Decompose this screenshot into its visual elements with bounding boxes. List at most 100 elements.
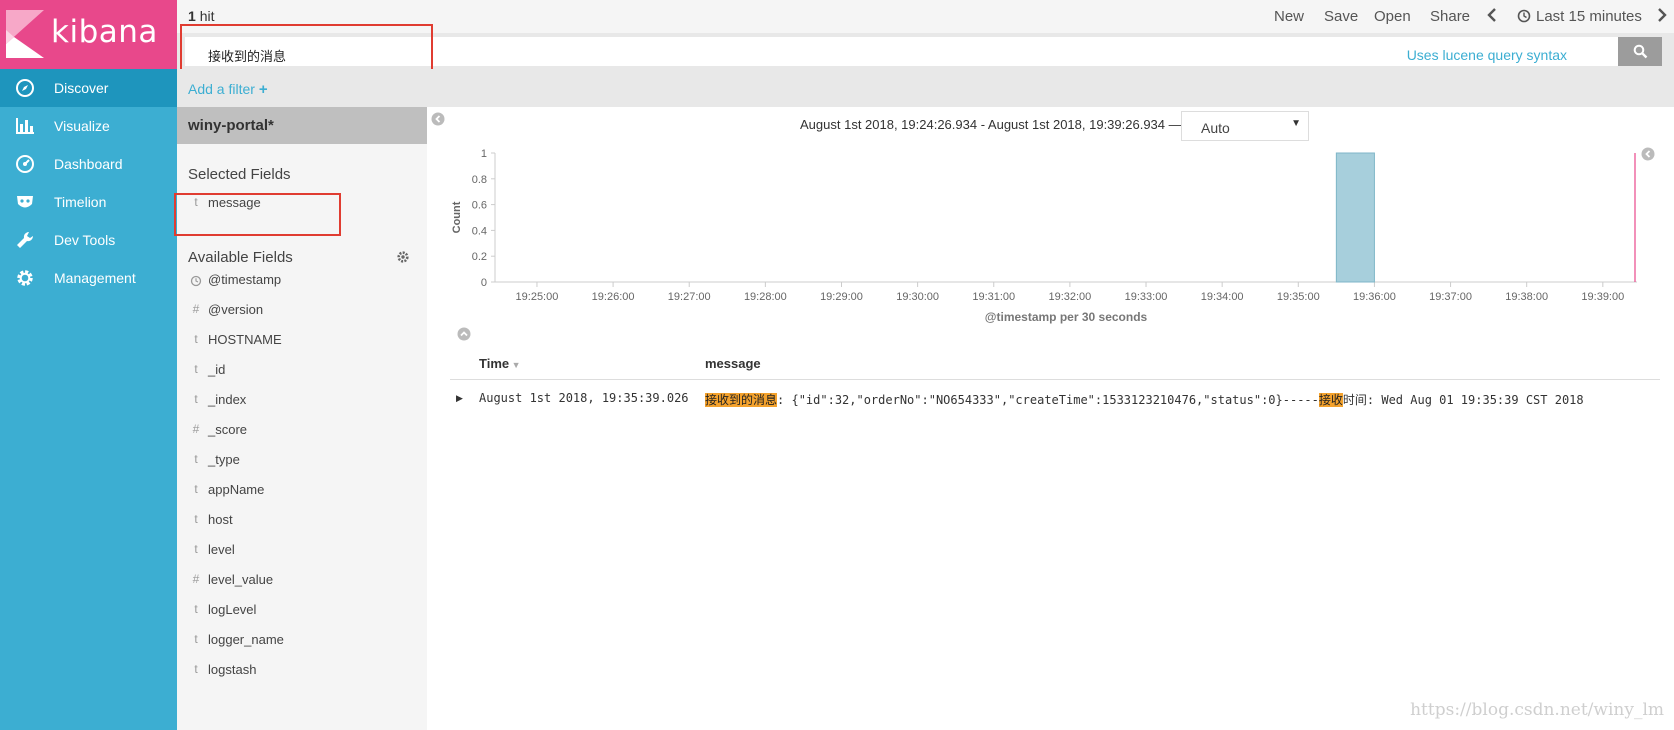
field-item[interactable]: # @version — [177, 295, 427, 325]
field-name: level — [208, 542, 235, 557]
x-tick-label: 19:34:00 — [1201, 291, 1244, 303]
selected-fields-title: Selected Fields — [188, 166, 291, 183]
wrench-icon — [17, 231, 34, 248]
time-column-header[interactable]: Time ▼ — [479, 356, 521, 371]
field-type-string-icon: t — [194, 662, 198, 676]
y-tick-label: 1 — [481, 148, 487, 160]
field-settings-gear-icon[interactable] — [396, 250, 410, 264]
add-filter-link[interactable]: Add a filter + — [188, 81, 268, 98]
field-name: _type — [208, 452, 240, 467]
y-axis-title: Count — [451, 201, 463, 233]
message-text: : {"id":32,"orderNo":"NO654333","createT… — [777, 393, 1319, 407]
field-item[interactable]: t _id — [177, 355, 427, 385]
field-item[interactable]: t appName — [177, 475, 427, 505]
save-button[interactable]: Save — [1324, 8, 1358, 25]
x-tick-label: 19:38:00 — [1505, 291, 1548, 303]
y-tick-label: 0.8 — [472, 174, 487, 186]
open-button[interactable]: Open — [1374, 8, 1411, 25]
side-nav: kibana Discover Visualize Dashboard Time… — [0, 0, 177, 730]
field-item[interactable]: t logger_name — [177, 625, 427, 655]
y-tick-label: 0 — [481, 277, 487, 289]
field-item[interactable]: t _index — [177, 385, 427, 415]
field-name: logger_name — [208, 632, 284, 647]
time-picker-button[interactable]: Last 15 minutes — [1536, 8, 1642, 25]
collapse-chart-icon[interactable] — [457, 327, 471, 341]
available-fields-title: Available Fields — [188, 249, 293, 266]
field-type-number-icon: # — [192, 302, 200, 316]
field-item[interactable]: t logLevel — [177, 595, 427, 625]
field-name: @version — [208, 302, 264, 317]
x-tick-label: 19:32:00 — [1048, 291, 1091, 303]
field-type-string-icon: t — [194, 512, 198, 526]
field-name: _id — [208, 362, 226, 377]
histogram-time-range: August 1st 2018, 19:24:26.934 - August 1… — [800, 117, 1182, 132]
compass-icon — [16, 79, 34, 97]
hit-count: 1 hit — [188, 8, 215, 24]
watermark: https://blog.csdn.net/winy_lm — [1410, 700, 1664, 720]
chevron-right-icon[interactable] — [1656, 6, 1668, 24]
x-tick-label: 19:31:00 — [972, 291, 1015, 303]
nav-item-management[interactable]: Management — [0, 259, 177, 297]
field-name: level_value — [208, 572, 274, 587]
discover-main-panel: August 1st 2018, 19:24:26.934 - August 1… — [427, 107, 1674, 730]
search-button[interactable] — [1618, 37, 1662, 66]
filter-bar: Add a filter + — [177, 69, 1674, 107]
field-type-number-icon: # — [192, 572, 200, 586]
histogram-chart: 0 0.2 0.4 0.6 0.8 1 19:25:00 19:26:00 19:27:00 19… — [451, 148, 1637, 324]
brand-name: kibana — [51, 14, 158, 50]
field-item[interactable]: t HOSTNAME — [177, 325, 427, 355]
field-type-string-icon: t — [194, 602, 198, 616]
field-item[interactable]: # _score — [177, 415, 427, 445]
x-tick-label: 19:37:00 — [1429, 291, 1472, 303]
nav-item-discover[interactable]: Discover — [0, 69, 177, 107]
share-button[interactable]: Share — [1430, 8, 1470, 25]
field-type-string-icon: t — [194, 362, 198, 376]
lucene-syntax-link[interactable]: Uses lucene query syntax — [1407, 47, 1567, 63]
row-message: 接收到的消息: {"id":32,"orderNo":"NO654333","c… — [705, 391, 1584, 408]
field-item[interactable]: @timestamp — [177, 265, 427, 295]
x-tick-label: 19:28:00 — [744, 291, 787, 303]
nav-label-management: Management — [54, 270, 136, 286]
x-tick-label: 19:25:00 — [516, 291, 559, 303]
field-name: HOSTNAME — [208, 332, 282, 347]
x-tick-label: 19:27:00 — [668, 291, 711, 303]
field-name: logstash — [208, 662, 257, 677]
field-name: logLevel — [208, 602, 257, 617]
field-type-date-icon — [190, 275, 202, 287]
field-item[interactable]: t _type — [177, 445, 427, 475]
clock-icon — [1517, 9, 1531, 23]
field-item[interactable]: # level_value — [177, 565, 427, 595]
index-pattern-selector[interactable]: winy-portal* — [177, 107, 427, 144]
field-item[interactable]: t logstash — [177, 655, 427, 685]
query-highlight-box — [180, 24, 433, 72]
field-type-string-icon: t — [194, 392, 198, 406]
chevron-left-icon[interactable] — [1486, 6, 1498, 24]
nav-item-dev-tools[interactable]: Dev Tools — [0, 221, 177, 259]
bar-chart-icon — [16, 118, 34, 134]
search-icon — [1633, 44, 1648, 59]
field-name: _score — [208, 422, 248, 437]
kibana-brand[interactable]: kibana — [0, 0, 177, 69]
nav-label-dashboard: Dashboard — [54, 156, 123, 172]
field-name: host — [208, 512, 233, 527]
field-name: @timestamp — [208, 272, 282, 287]
nav-item-timelion[interactable]: Timelion — [0, 183, 177, 221]
collapse-legend-icon[interactable] — [1641, 147, 1655, 161]
collapse-sidebar-icon[interactable] — [431, 112, 445, 126]
nav-item-dashboard[interactable]: Dashboard — [0, 145, 177, 183]
field-name: _index — [208, 392, 247, 407]
y-tick-label: 0.4 — [472, 225, 487, 237]
nav-item-visualize[interactable]: Visualize — [0, 107, 177, 145]
y-tick-label: 0.6 — [472, 200, 487, 212]
row-timestamp: August 1st 2018, 19:35:39.026 — [479, 391, 689, 405]
message-column-header[interactable]: message — [705, 356, 761, 371]
expand-row-caret-icon[interactable]: ▶ — [456, 393, 463, 404]
table-header-rule — [450, 379, 1660, 380]
field-item[interactable]: t host — [177, 505, 427, 535]
interval-select[interactable]: Auto ▼ — [1181, 111, 1309, 141]
x-tick-label: 19:36:00 — [1353, 291, 1396, 303]
field-item[interactable]: t level — [177, 535, 427, 565]
new-button[interactable]: New — [1274, 8, 1304, 25]
histogram-bar — [1335, 152, 1375, 283]
x-tick-label: 19:39:00 — [1581, 291, 1624, 303]
